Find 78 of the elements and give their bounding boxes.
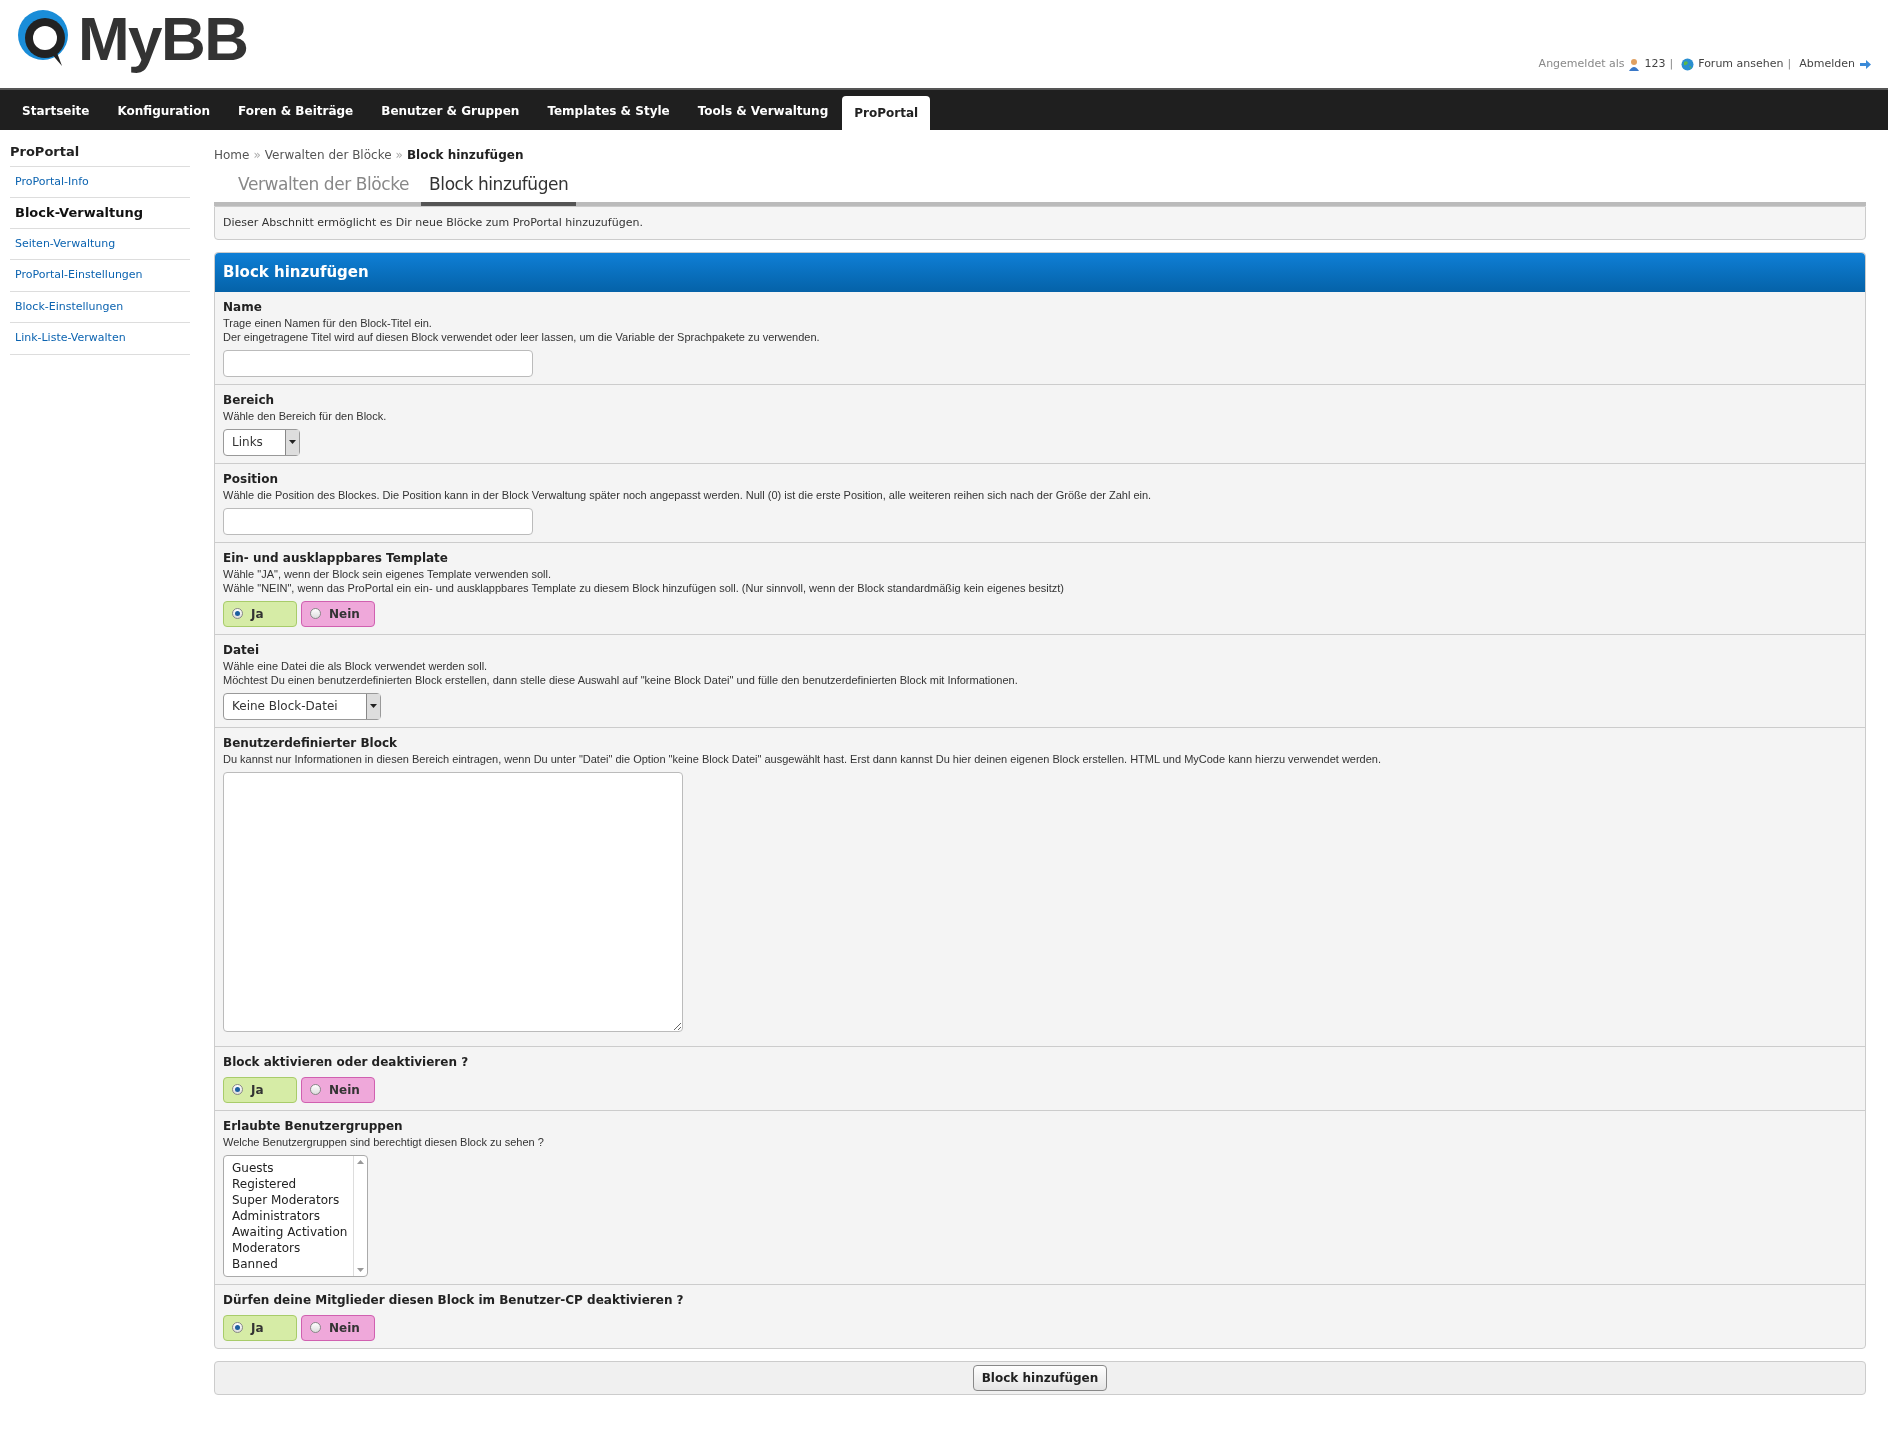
breadcrumb-current: Block hinzufügen xyxy=(406,147,524,164)
sidebar-item[interactable]: Link-Liste-Verwalten xyxy=(10,323,190,355)
globe-icon xyxy=(1681,57,1695,71)
list-option[interactable]: Moderators xyxy=(232,1239,353,1256)
nav-tab[interactable]: Startseite xyxy=(8,92,104,130)
select-field[interactable]: Keine Block-Datei xyxy=(223,692,381,720)
list-box[interactable]: Guests Registered Super Moderators Administrators Awaiting Activation Moderators Banned xyxy=(223,1154,368,1277)
field-description: Wähle "NEIN", wenn das ProPortal ein ein- und ausklappbares Template zu diesem Block hinzufügen soll. (Nur sinnvoll, wenn der Block standardmäßig kein eigenes besitzt) xyxy=(223,580,1065,595)
nav-tab[interactable]: Foren & Beiträge xyxy=(223,92,368,130)
field-description: Welche Benutzergruppen sind berechtigt diesen Block zu sehen ? xyxy=(223,1134,545,1149)
tab[interactable]: Verwalten der Blöcke xyxy=(230,172,418,202)
breadcrumb-link[interactable]: Home xyxy=(214,146,250,164)
radio-button[interactable] xyxy=(232,1084,243,1095)
radio-button[interactable] xyxy=(232,1322,243,1333)
breadcrumb-link[interactable]: Verwalten der Blöcke xyxy=(264,146,392,164)
field-description: Trage einen Namen für den Block-Titel ein. xyxy=(223,315,433,330)
user-link[interactable]: Forum ansehen xyxy=(1698,56,1784,73)
separator: | xyxy=(1669,56,1674,72)
sidebar-item[interactable]: Block-Verwaltung xyxy=(10,198,190,229)
sidebar-title: ProPortal xyxy=(10,138,190,167)
text-input[interactable] xyxy=(223,349,533,377)
field-label: Ein- und ausklappbares Template xyxy=(223,549,449,567)
field-description: Du kannst nur Informationen in diesen Bereich eintragen, wenn Du unter "Datei" die Option "keine Block Datei" ausgewählt hast. Erst dann kannst Du hier deinen eigenen Block erstellen. HTML und MyCode kann hierzu verwendet werden. xyxy=(223,751,1383,766)
scrollbar[interactable] xyxy=(353,1155,367,1276)
user-icon xyxy=(1628,57,1641,71)
arrow-icon xyxy=(1859,58,1872,70)
breadcrumb-separator: » xyxy=(253,147,261,164)
radio-button[interactable] xyxy=(310,608,321,619)
nav-tab[interactable]: Templates & Style xyxy=(533,92,684,130)
field-label: Datei xyxy=(223,641,261,659)
submit-button[interactable]: Block hinzufügen xyxy=(972,1364,1108,1391)
radio-option[interactable]: Ja xyxy=(223,1314,297,1341)
nav-tab[interactable]: ProPortal xyxy=(842,96,931,130)
select-field[interactable]: Links xyxy=(223,428,300,456)
field-description: Wähle den Bereich für den Block. xyxy=(223,408,388,423)
field-label: Block aktivieren oder deaktivieren ? xyxy=(223,1053,470,1071)
list-option[interactable]: Awaiting Activation xyxy=(232,1223,353,1240)
list-option[interactable]: Banned xyxy=(232,1255,353,1272)
field-label: Dürfen deine Mitglieder diesen Block im Benutzer-CP deaktivieren ? xyxy=(223,1291,685,1309)
breadcrumb-separator: » xyxy=(395,147,403,164)
field-label: Benutzerdefinierter Block xyxy=(223,734,399,752)
nav-tab[interactable]: Tools & Verwaltung xyxy=(683,92,843,130)
scroll-down-icon[interactable] xyxy=(357,1267,364,1272)
radio-button[interactable] xyxy=(232,608,243,619)
field-description: Wähle "JA", wenn der Block sein eigenes Template verwenden soll. xyxy=(223,566,552,581)
field-description: Der eingetragene Titel wird auf diesen Block verwendet oder leer lassen, um die Variable der Sprachpakete zu verwenden. xyxy=(223,329,821,344)
field-description: Möchtest Du einen benutzerdefinierten Block erstellen, dann stelle diese Auswahl auf "keine Block Datei" und fülle den benutzerdefinierten Block mit Informationen. xyxy=(223,672,1019,687)
field-label: Bereich xyxy=(223,391,276,409)
radio-option[interactable]: Nein xyxy=(301,1076,375,1103)
form-header: Block hinzufügen xyxy=(215,253,1865,292)
nav-tab[interactable]: Konfiguration xyxy=(103,92,224,130)
radio-option[interactable]: Ja xyxy=(223,1076,297,1103)
sidebar-item[interactable]: ProPortal-Info xyxy=(10,166,190,198)
field-label: Erlaubte Benutzergruppen xyxy=(223,1117,404,1135)
radio-option[interactable]: Ja xyxy=(223,600,297,627)
nav-tab[interactable]: Benutzer & Gruppen xyxy=(367,92,534,130)
sidebar-item[interactable]: Seiten-Verwaltung xyxy=(10,228,190,260)
radio-button[interactable] xyxy=(310,1084,321,1095)
list-option[interactable]: Administrators xyxy=(232,1207,353,1224)
scroll-up-icon[interactable] xyxy=(357,1159,364,1164)
list-option[interactable]: Registered xyxy=(232,1175,353,1192)
text-input[interactable] xyxy=(223,507,533,535)
sidebar-item[interactable]: Block-Einstellungen xyxy=(10,291,190,323)
sidebar-item[interactable]: ProPortal-Einstellungen xyxy=(10,260,190,292)
radio-option[interactable]: Nein xyxy=(301,1314,375,1341)
login-label: Angemeldet als xyxy=(1538,56,1625,72)
field-description: Wähle die Position des Blockes. Die Position kann in der Block Verwaltung später noch angepasst werden. Null (0) ist die erste Position, alle weiteren reihen sich nach der Größe der Zahl ein. xyxy=(223,487,1153,502)
field-label: Name xyxy=(223,298,263,316)
logout-link[interactable]: Abmelden xyxy=(1799,56,1855,73)
radio-button[interactable] xyxy=(310,1322,321,1333)
list-option[interactable]: Guests xyxy=(232,1159,353,1176)
field-description: Wähle eine Datei die als Block verwendet werden soll. xyxy=(223,658,489,673)
list-option[interactable]: Super Moderators xyxy=(232,1191,353,1208)
info-text: Dieser Abschnitt ermöglicht es Dir neue Blöcke zum ProPortal hinzuzufügen. xyxy=(214,205,1866,240)
user-link[interactable]: 123 xyxy=(1644,56,1666,73)
separator: | xyxy=(1787,56,1792,72)
field-label: Position xyxy=(223,470,279,488)
radio-option[interactable]: Nein xyxy=(301,600,375,627)
